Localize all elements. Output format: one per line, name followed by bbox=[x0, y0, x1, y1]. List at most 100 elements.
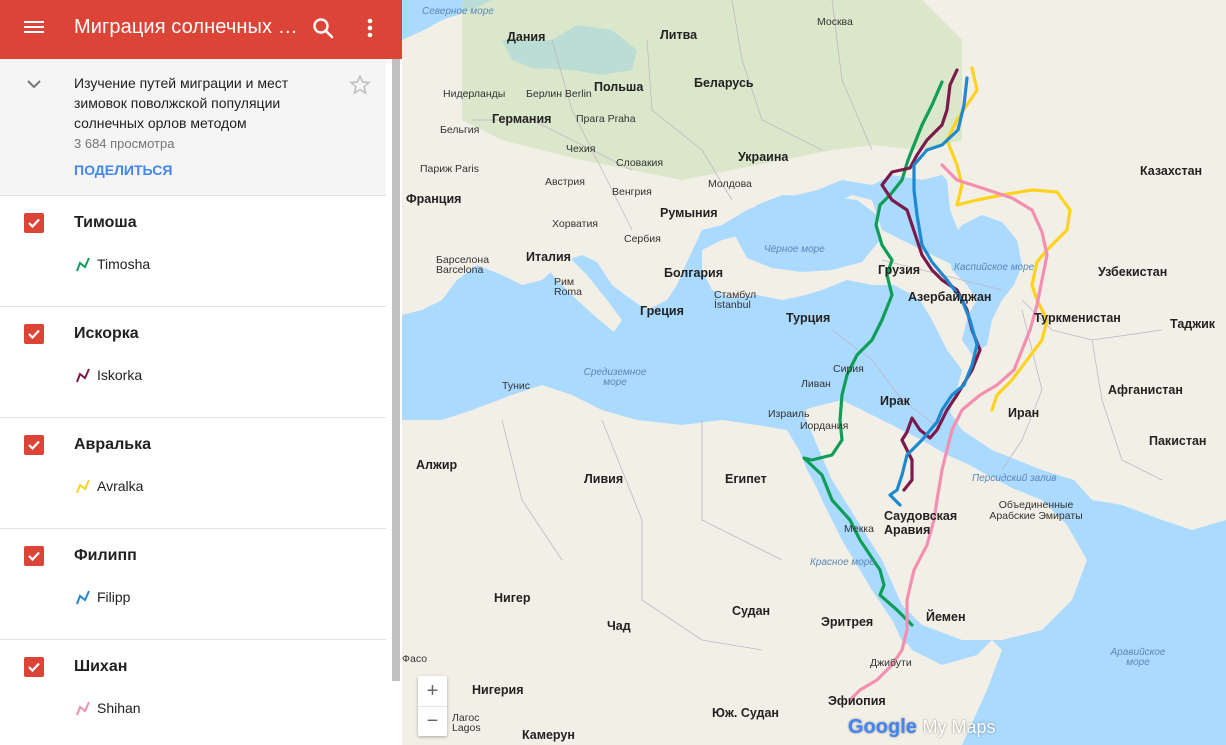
layer-iskorka: Искорка Iskorka bbox=[0, 306, 386, 418]
layer-name: Искорка bbox=[74, 325, 139, 342]
line-route-icon bbox=[76, 368, 90, 383]
map-label: Греция bbox=[640, 304, 684, 318]
map-label: Узбекистан bbox=[1098, 265, 1168, 279]
layer-checkbox[interactable] bbox=[24, 546, 44, 566]
map-label: Австрия bbox=[545, 176, 585, 188]
menu-icon[interactable] bbox=[22, 18, 46, 42]
map-label: Фасо bbox=[402, 653, 428, 665]
map-label: Бельгия bbox=[440, 124, 480, 136]
map-label: Сербия bbox=[624, 233, 661, 245]
map-label: Объединенные Арабские Эмираты bbox=[989, 499, 1083, 522]
layer-shihan: Шихан Shihan bbox=[0, 639, 386, 745]
map-label: Джибути bbox=[870, 657, 912, 669]
map-label: Чехия bbox=[566, 143, 596, 155]
map-label: Париж Paris bbox=[420, 163, 479, 175]
map-label: Нидерланды bbox=[443, 88, 506, 100]
zoom-out-button[interactable]: − bbox=[418, 706, 447, 736]
map-label: Иордания bbox=[800, 420, 849, 432]
map-label: Турция bbox=[786, 311, 831, 325]
map-label: Пакистан bbox=[1149, 434, 1207, 448]
map-label: Судан bbox=[732, 604, 771, 618]
map-label: Рим Roma bbox=[554, 276, 583, 298]
more-vert-icon[interactable] bbox=[358, 16, 382, 42]
map-label: Юж. Судан bbox=[712, 706, 779, 720]
map-label: Стамбул İstanbul bbox=[714, 289, 757, 311]
map-label: Италия bbox=[526, 250, 571, 264]
map-label: Каспийское море bbox=[954, 262, 1035, 273]
google-my-maps-logo: Google My Maps bbox=[848, 716, 995, 739]
chevron-down-icon[interactable] bbox=[24, 76, 44, 92]
feature-name: Iskorka bbox=[97, 367, 143, 383]
brand-google: Google bbox=[848, 716, 917, 738]
map-label: Ливан bbox=[801, 378, 831, 390]
map-label: Сирия bbox=[833, 363, 864, 375]
map-label: Эритрея bbox=[821, 615, 874, 629]
zoom-control: + − bbox=[418, 676, 447, 736]
map-label: Камерун bbox=[522, 728, 575, 742]
layer-name: Шихан bbox=[74, 658, 128, 675]
map-label: Средиземное море bbox=[583, 367, 647, 388]
line-route-icon bbox=[76, 257, 90, 272]
map-label: Саудовская Аравия bbox=[884, 509, 958, 537]
map-label: Египет bbox=[725, 472, 767, 486]
map-label: Эфиопия bbox=[828, 694, 886, 708]
map-label: Иран bbox=[1008, 406, 1040, 420]
map-label: Чёрное море bbox=[764, 244, 825, 255]
map-label: Беларусь bbox=[694, 76, 754, 90]
map-label: Литва bbox=[660, 28, 698, 42]
map-label: Ирак bbox=[880, 394, 910, 408]
map-label: Аравийское море bbox=[1110, 647, 1166, 668]
view-count: 3 684 просмотра bbox=[74, 136, 175, 151]
layer-name: Тимоша bbox=[74, 214, 137, 231]
map-label: Молдова bbox=[708, 178, 752, 190]
search-icon[interactable] bbox=[311, 16, 337, 42]
line-route-icon bbox=[76, 479, 90, 494]
feature-name: Avralka bbox=[97, 478, 144, 494]
map-label: Грузия bbox=[878, 263, 921, 277]
map-label: Венгрия bbox=[612, 186, 652, 198]
layer-filipp: Филипп Filipp bbox=[0, 528, 386, 640]
map-label: Нигер bbox=[494, 591, 531, 605]
layer-name: Филипп bbox=[74, 547, 137, 564]
map-label: Украина bbox=[738, 150, 789, 164]
map-label: Москва bbox=[817, 16, 853, 28]
map-label: Персидский залив bbox=[972, 473, 1057, 484]
map-label: Йемен bbox=[926, 610, 966, 624]
map-label: Словакия bbox=[616, 157, 664, 169]
map-label: Северное море bbox=[422, 6, 494, 17]
zoom-in-button[interactable]: + bbox=[418, 676, 447, 707]
layer-name: Авралька bbox=[74, 436, 151, 453]
map-label: Берлин Berlin bbox=[526, 88, 592, 100]
map-label: Лагос Lagos bbox=[452, 712, 481, 734]
layer-checkbox[interactable] bbox=[24, 324, 44, 344]
map-label: Туркменистан bbox=[1034, 311, 1121, 325]
map-label: Казахстан bbox=[1140, 164, 1203, 178]
layer-checkbox[interactable] bbox=[24, 435, 44, 455]
layer-checkbox[interactable] bbox=[24, 657, 44, 677]
map-label: Азербайджан bbox=[908, 290, 992, 304]
map-label: Хорватия bbox=[552, 218, 598, 230]
map-label: Мекка bbox=[844, 523, 874, 535]
map-label: Болгария bbox=[664, 266, 724, 280]
star-outline-icon[interactable] bbox=[348, 73, 372, 97]
map-title: Миграция солнечных орлов bbox=[74, 16, 300, 38]
sidebar-scrollbar[interactable] bbox=[392, 59, 400, 681]
map-label: Алжир bbox=[416, 458, 458, 472]
layer-timosha: Тимоша Timosha bbox=[0, 195, 386, 307]
map-label: Дания bbox=[507, 30, 546, 44]
map-canvas[interactable]: Северное море Москва Дания Литва Беларус… bbox=[402, 0, 1226, 745]
map-description: Изучение путей миграции и мест зимовок п… bbox=[74, 75, 289, 131]
map-label: Прага Praha bbox=[576, 113, 636, 125]
map-label: Чад bbox=[607, 619, 631, 633]
map-label: Франция bbox=[406, 192, 462, 206]
brand-mymaps: My Maps bbox=[922, 717, 996, 737]
map-label: Тунис bbox=[502, 380, 530, 392]
feature-name: Timosha bbox=[97, 256, 151, 272]
map-label: Польша bbox=[594, 80, 644, 94]
map-label: Израиль bbox=[768, 408, 810, 420]
share-button[interactable]: ПОДЕЛИТЬСЯ bbox=[74, 162, 172, 178]
line-route-icon bbox=[76, 590, 90, 605]
map-label: Барселона Barcelona bbox=[436, 254, 490, 276]
layer-checkbox[interactable] bbox=[24, 213, 44, 233]
map-label: Нигерия bbox=[472, 683, 524, 697]
